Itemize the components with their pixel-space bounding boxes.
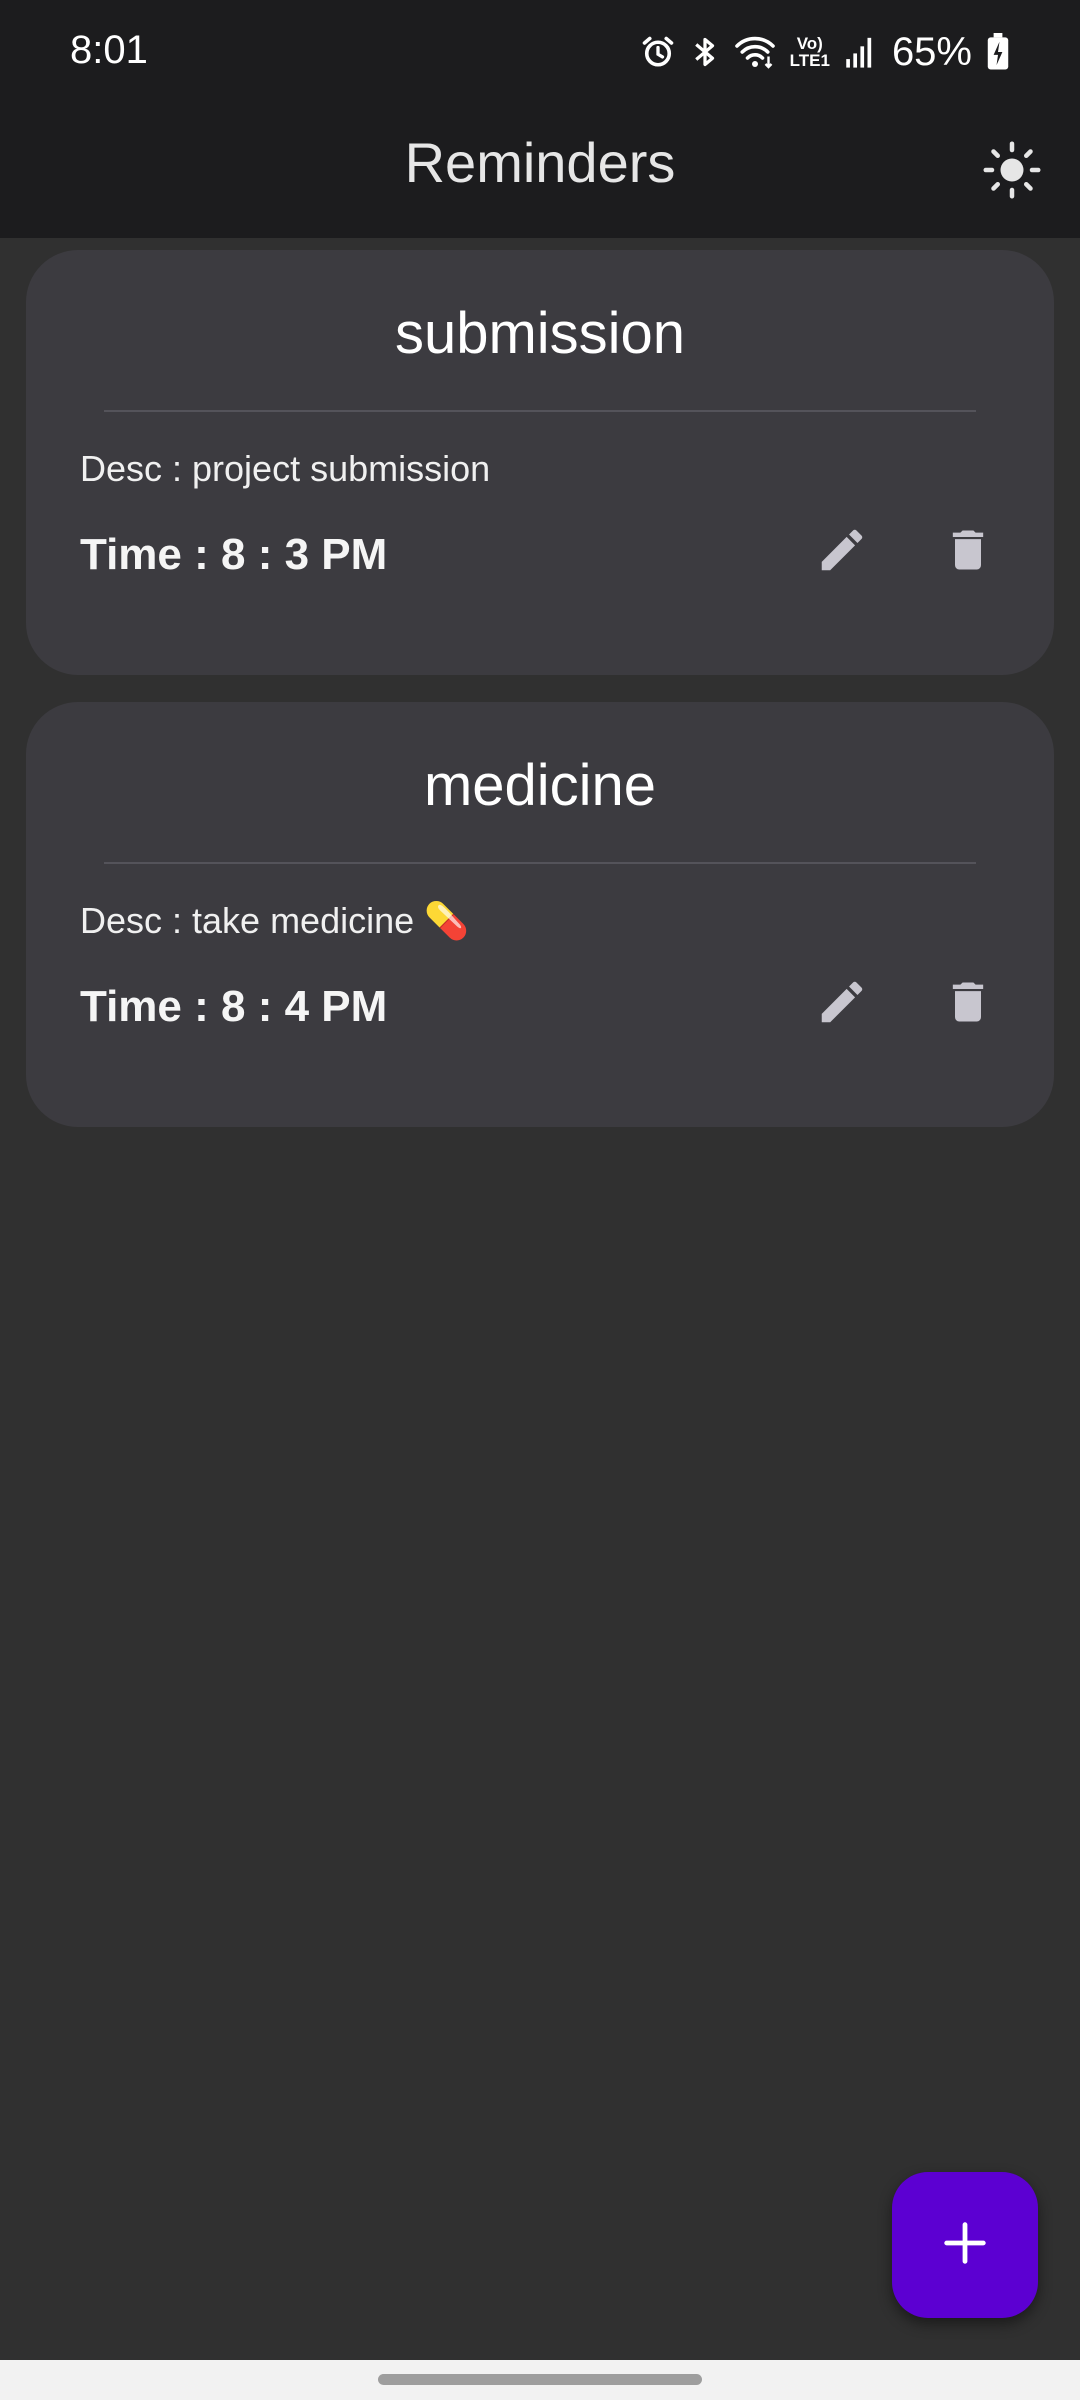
bluetooth-icon: [690, 33, 720, 71]
theme-toggle-button[interactable]: [972, 132, 1052, 212]
navigation-bar: [0, 2360, 1080, 2400]
reminder-title: submission: [394, 301, 686, 366]
edit-button[interactable]: [814, 522, 870, 582]
status-bar: 8:01 Vo) LTE1 65%: [0, 0, 1080, 106]
pencil-icon: [815, 975, 869, 1034]
volte-label-bottom: LTE1: [789, 51, 830, 70]
wifi-icon: [734, 34, 776, 70]
reminder-card[interactable]: submission Desc : project submission Tim…: [26, 250, 1054, 675]
reminder-card[interactable]: medicine Desc : take medicine 💊 Time : 8…: [26, 702, 1054, 1127]
app-bar: Reminders: [0, 106, 1080, 238]
battery-percentage: 65%: [891, 29, 972, 74]
add-reminder-button[interactable]: [892, 2172, 1038, 2318]
status-icons: Vo) LTE1 65%: [640, 24, 1010, 80]
plus-icon: [943, 2221, 987, 2270]
reminder-description: Desc : project submission: [80, 448, 491, 489]
reminder-list: submission Desc : project submission Tim…: [26, 250, 1054, 1154]
reminder-title: medicine: [423, 753, 657, 818]
reminder-time: Time : 8 : 3 PM: [80, 530, 388, 579]
status-time: 8:01: [70, 28, 148, 72]
pencil-icon: [815, 523, 869, 582]
trash-icon: [942, 973, 994, 1036]
signal-icon: [844, 35, 874, 69]
edit-button[interactable]: [814, 974, 870, 1034]
trash-icon: [942, 521, 994, 584]
page-title: Reminders: [404, 131, 676, 194]
home-gesture-handle[interactable]: [378, 2374, 702, 2385]
reminder-description: Desc : take medicine 💊: [80, 900, 469, 941]
card-actions: [814, 522, 996, 582]
card-divider: [104, 410, 976, 412]
volte-label-top: Vo): [796, 34, 823, 53]
delete-button[interactable]: [940, 974, 996, 1034]
volte-icon: Vo) LTE1: [790, 35, 830, 69]
battery-charging-icon: [986, 33, 1010, 71]
alarm-icon: [640, 34, 676, 70]
screen: 8:01 Vo) LTE1 65% Reminders submission D…: [0, 0, 1080, 2400]
sun-icon: [982, 140, 1042, 205]
reminder-time: Time : 8 : 4 PM: [80, 982, 388, 1031]
delete-button[interactable]: [940, 522, 996, 582]
card-actions: [814, 974, 996, 1034]
card-divider: [104, 862, 976, 864]
